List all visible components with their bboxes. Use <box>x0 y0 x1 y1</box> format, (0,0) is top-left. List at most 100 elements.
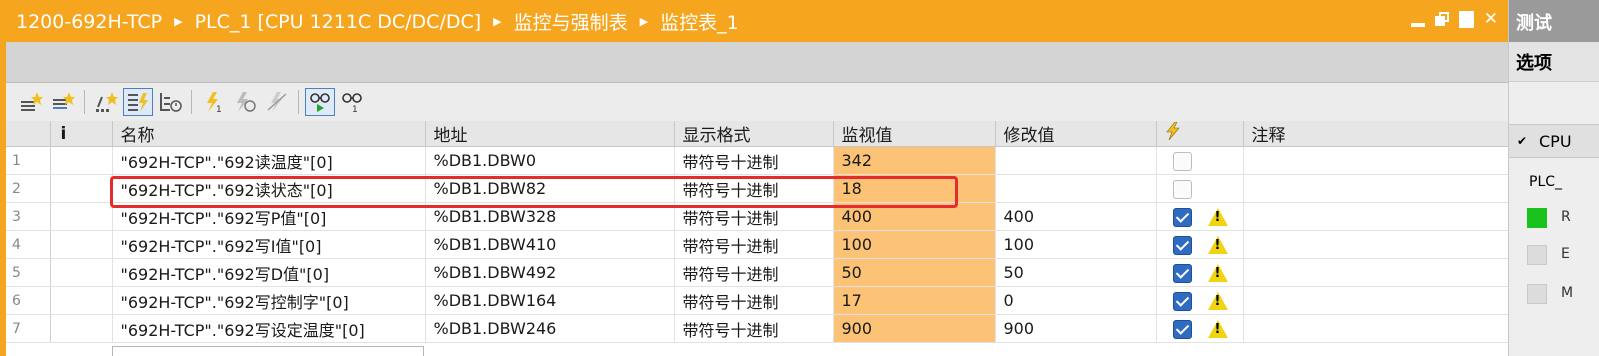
modify-trigger-icon[interactable] <box>230 88 260 116</box>
modify-value-cell[interactable] <box>995 174 1157 203</box>
modify-value-cell[interactable]: 0 <box>995 286 1157 315</box>
enable-peripheral-outputs-icon[interactable] <box>262 88 292 116</box>
comment-cell[interactable] <box>1243 174 1509 203</box>
modify-flag-cell[interactable] <box>1156 146 1244 175</box>
modify-flag-column-header[interactable] <box>1156 121 1244 147</box>
info-column-header[interactable]: i <box>50 121 113 147</box>
monitor-value-column-header[interactable]: 监视值 <box>833 121 996 147</box>
modify-flag-cell[interactable] <box>1156 314 1244 343</box>
comment-cell[interactable] <box>1243 230 1509 259</box>
modify-checkbox[interactable] <box>1172 179 1192 199</box>
info-cell[interactable] <box>50 202 113 231</box>
info-cell[interactable] <box>50 258 113 287</box>
modify-value-cell[interactable]: 100 <box>995 230 1157 259</box>
info-cell[interactable] <box>50 230 113 259</box>
display-format-cell[interactable]: 带符号十进制 <box>674 202 834 231</box>
modify-checkbox[interactable] <box>1172 235 1192 255</box>
task-card-title[interactable]: 测试 <box>1509 0 1599 42</box>
info-cell[interactable] <box>50 286 113 315</box>
modify-value-cell[interactable] <box>995 146 1157 175</box>
address-column-header[interactable]: 地址 <box>425 121 675 147</box>
new-row-name-cell[interactable] <box>112 346 424 356</box>
table-row[interactable]: 4 "692H-TCP"."692写I值"[0] %DB1.DBW410 带符号十进制… <box>6 230 1509 259</box>
show-modify-values-icon[interactable] <box>123 88 153 116</box>
address-cell[interactable]: %DB1.DBW82 <box>425 174 675 203</box>
modify-checkbox[interactable] <box>1172 207 1192 227</box>
add-row-icon[interactable] <box>48 88 78 116</box>
breadcrumb-table[interactable]: 监控表_1 <box>660 8 739 35</box>
monitor-value-cell[interactable]: 400 <box>833 202 996 231</box>
monitor-all-icon[interactable] <box>305 88 335 116</box>
breadcrumb-folder[interactable]: 监控与强制表 <box>514 8 628 35</box>
table-row[interactable]: 6 "692H-TCP"."692写控制字"[0] %DB1.DBW164 带符号十进… <box>6 286 1509 315</box>
table-row[interactable]: 2 "692H-TCP"."692读状态"[0] %DB1.DBW82 带符号十进制 1… <box>6 174 1509 203</box>
name-cell[interactable]: "692H-TCP"."692写控制字"[0] <box>112 286 426 315</box>
name-cell[interactable]: "692H-TCP"."692写D值"[0] <box>112 258 426 287</box>
address-cell[interactable]: %DB1.DBW246 <box>425 314 675 343</box>
monitor-value-cell[interactable]: 900 <box>833 314 996 343</box>
address-cell[interactable]: %DB1.DBW492 <box>425 258 675 287</box>
monitor-value-cell[interactable]: 100 <box>833 230 996 259</box>
display-format-cell[interactable]: 带符号十进制 <box>674 258 834 287</box>
modify-checkbox[interactable] <box>1172 151 1192 171</box>
modify-value-cell[interactable]: 400 <box>995 202 1157 231</box>
comment-cell[interactable] <box>1243 314 1509 343</box>
modify-checkbox[interactable] <box>1172 291 1192 311</box>
monitor-value-cell[interactable]: 17 <box>833 286 996 315</box>
modify-checkbox[interactable] <box>1172 319 1192 339</box>
breadcrumb-project[interactable]: 1200-692H-TCP <box>16 11 162 33</box>
minimize-icon[interactable] <box>1410 23 1425 27</box>
address-cell[interactable]: %DB1.DBW0 <box>425 146 675 175</box>
name-column-header[interactable]: 名称 <box>112 121 426 147</box>
modify-value-cell[interactable]: 50 <box>995 258 1157 287</box>
info-cell[interactable] <box>50 314 113 343</box>
monitor-once-icon[interactable]: 1 <box>337 88 367 116</box>
monitor-value-cell[interactable]: 18 <box>833 174 996 203</box>
table-row[interactable]: 5 "692H-TCP"."692写D值"[0] %DB1.DBW492 带符号十进制… <box>6 258 1509 287</box>
name-cell[interactable]: "692H-TCP"."692写P值"[0] <box>112 202 426 231</box>
display-format-cell[interactable]: 带符号十进制 <box>674 174 834 203</box>
comment-cell[interactable] <box>1243 258 1509 287</box>
comment-cell[interactable] <box>1243 146 1509 175</box>
insert-comment-row-icon[interactable] <box>91 88 121 116</box>
modify-flag-cell[interactable] <box>1156 286 1244 315</box>
modify-flag-cell[interactable] <box>1156 230 1244 259</box>
name-cell[interactable]: "692H-TCP"."692读状态"[0] <box>112 174 426 203</box>
display-format-cell[interactable]: 带符号十进制 <box>674 146 834 175</box>
address-cell[interactable]: %DB1.DBW328 <box>425 202 675 231</box>
table-row[interactable]: 3 "692H-TCP"."692写P值"[0] %DB1.DBW328 带符号十进制… <box>6 202 1509 231</box>
float-window-icon[interactable] <box>1434 12 1449 26</box>
name-cell[interactable]: "692H-TCP"."692写I值"[0] <box>112 230 426 259</box>
info-cell[interactable] <box>50 146 113 175</box>
display-format-cell[interactable]: 带符号十进制 <box>674 230 834 259</box>
info-cell[interactable] <box>50 174 113 203</box>
comment-cell[interactable] <box>1243 286 1509 315</box>
monitor-value-cell[interactable]: 50 <box>833 258 996 287</box>
table-row[interactable]: 7 "692H-TCP"."692写设定温度"[0] %DB1.DBW246 带符号十… <box>6 314 1509 343</box>
modify-now-icon[interactable]: 1 <box>198 88 228 116</box>
comment-column-header[interactable]: 注释 <box>1243 121 1509 147</box>
breadcrumb-plc[interactable]: PLC_1 [CPU 1211C DC/DC/DC] <box>195 11 482 33</box>
name-cell[interactable]: "692H-TCP"."692读温度"[0] <box>112 146 426 175</box>
table-row[interactable]: 1 "692H-TCP"."692读温度"[0] %DB1.DBW0 带符号十进制 34… <box>6 146 1509 175</box>
address-cell[interactable]: %DB1.DBW164 <box>425 286 675 315</box>
maximize-icon[interactable] <box>1458 10 1474 28</box>
display-format-column-header[interactable]: 显示格式 <box>674 121 834 147</box>
address-cell[interactable]: %DB1.DBW410 <box>425 230 675 259</box>
chevron-down-icon[interactable]: ✔ <box>1513 134 1531 148</box>
cpu-panel-header[interactable]: ✔ CPU <box>1509 124 1599 158</box>
modify-value-cell[interactable]: 900 <box>995 314 1157 343</box>
close-icon[interactable]: ✕ <box>1484 8 1498 30</box>
monitor-value-cell[interactable]: 342 <box>833 146 996 175</box>
modify-flag-cell[interactable] <box>1156 258 1244 287</box>
display-format-cell[interactable]: 带符号十进制 <box>674 314 834 343</box>
insert-row-icon[interactable] <box>16 88 46 116</box>
show-extended-mode-icon[interactable] <box>155 88 185 116</box>
modify-flag-cell[interactable] <box>1156 174 1244 203</box>
name-cell[interactable]: "692H-TCP"."692写设定温度"[0] <box>112 314 426 343</box>
modify-checkbox[interactable] <box>1172 263 1192 283</box>
modify-flag-cell[interactable] <box>1156 202 1244 231</box>
display-format-cell[interactable]: 带符号十进制 <box>674 286 834 315</box>
modify-value-column-header[interactable]: 修改值 <box>995 121 1157 147</box>
comment-cell[interactable] <box>1243 202 1509 231</box>
